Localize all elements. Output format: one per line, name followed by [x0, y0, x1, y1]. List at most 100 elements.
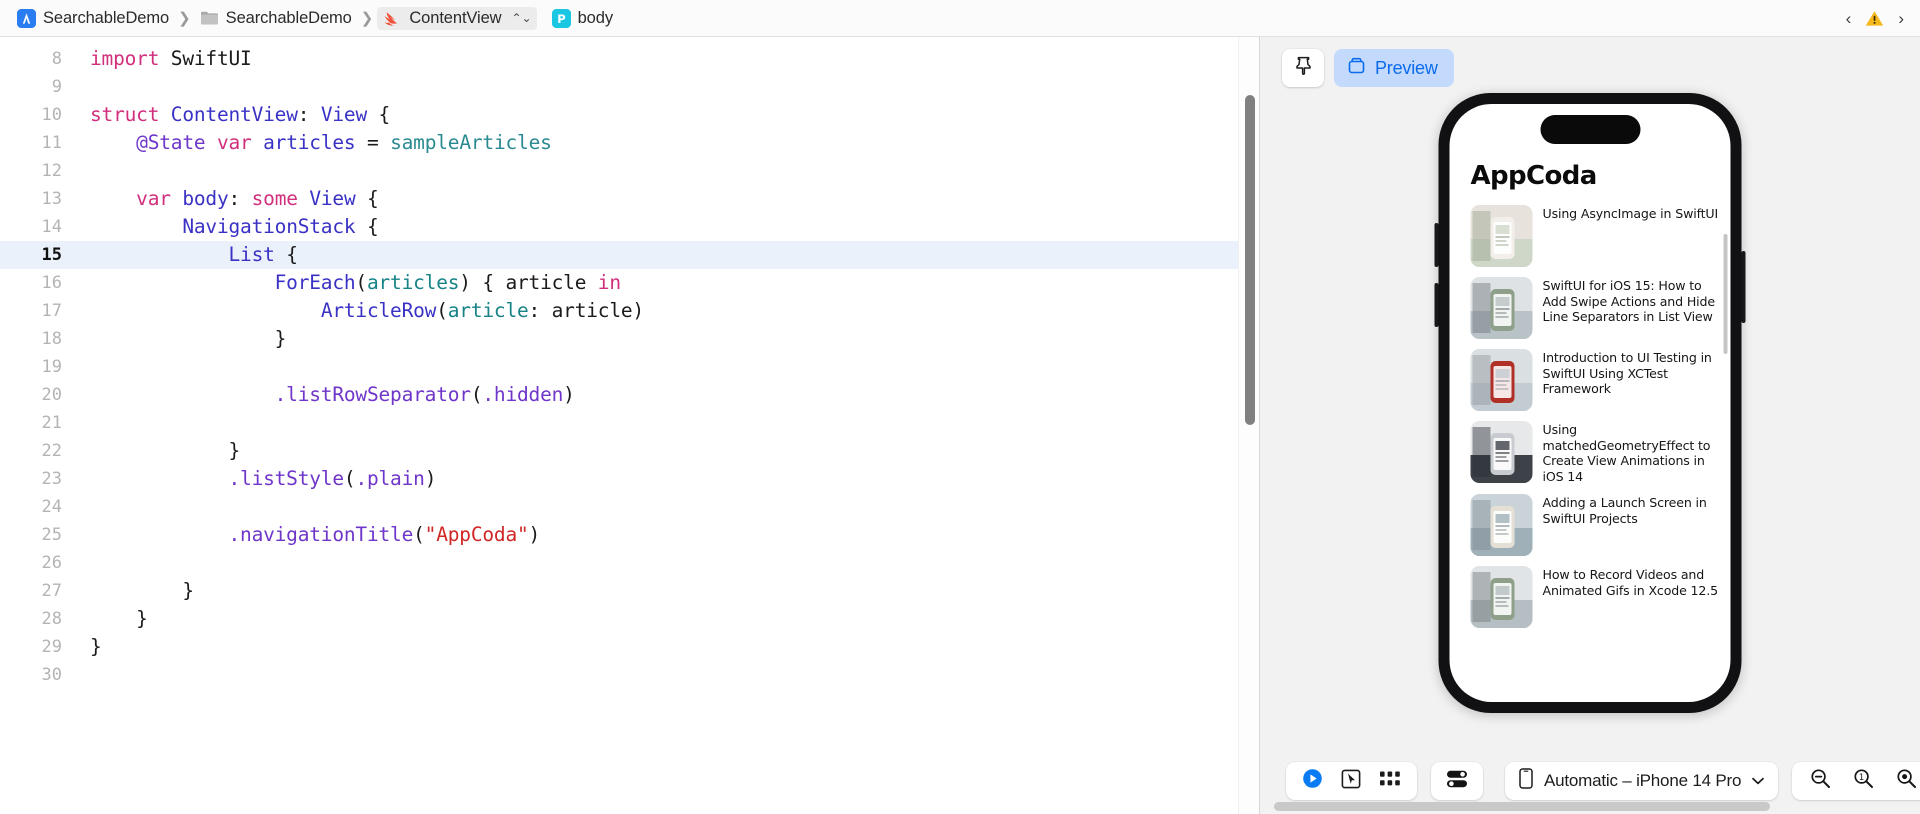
code-token	[90, 131, 136, 154]
code-line[interactable]: .listStyle(.plain)	[84, 465, 1260, 493]
article-row[interactable]: Adding a Launch Screen in SwiftUI Projec…	[1471, 489, 1731, 561]
iphone-screen[interactable]: AppCoda Using AsyncImage in SwiftUISwift…	[1450, 104, 1731, 702]
code-line[interactable]: import SwiftUI	[84, 45, 1260, 73]
code-line[interactable]: }	[84, 577, 1260, 605]
code-token: ForEach	[275, 271, 356, 294]
grid-variants-icon[interactable]	[1379, 770, 1401, 792]
article-title: Using matchedGeometryEffect to Create Vi…	[1543, 421, 1719, 484]
code-line[interactable]: var body: some View {	[84, 185, 1260, 213]
xcode-window: SearchableDemo ❯ SearchableDemo ❯ Conten…	[0, 0, 1920, 814]
code-token	[90, 187, 136, 210]
preview-run-controls	[1286, 762, 1417, 800]
code-line[interactable]: NavigationStack {	[84, 213, 1260, 241]
article-thumbnail	[1471, 421, 1533, 483]
preview-settings-group	[1431, 762, 1483, 800]
editor-preview-split: 8910111213141516171819202122232425262728…	[0, 37, 1920, 814]
breadcrumb-label: ContentView	[409, 9, 501, 28]
code-token: }	[90, 327, 286, 350]
code-line[interactable]: List {	[84, 241, 1260, 269]
property-icon: P	[552, 9, 571, 28]
preview-stage[interactable]: AppCoda Using AsyncImage in SwiftUISwift…	[1260, 99, 1920, 748]
code-line[interactable]: struct ContentView: View {	[84, 101, 1260, 129]
code-line[interactable]: }	[84, 605, 1260, 633]
code-line[interactable]	[84, 549, 1260, 577]
code-token: {	[356, 187, 379, 210]
code-token: (	[471, 383, 483, 406]
code-line[interactable]: @State var articles = sampleArticles	[84, 129, 1260, 157]
code-token	[159, 103, 171, 126]
code-token	[252, 131, 264, 154]
code-token: :	[298, 103, 321, 126]
preview-tab-label: Preview	[1375, 58, 1438, 79]
jump-bar-right-controls: ‹ ›	[1846, 10, 1910, 27]
code-line[interactable]: ArticleRow(article: article)	[84, 297, 1260, 325]
editor-scrollbar-thumb[interactable]	[1245, 95, 1255, 425]
code-token: .hidden	[482, 383, 563, 406]
jump-bar: SearchableDemo ❯ SearchableDemo ❯ Conten…	[0, 0, 1920, 37]
nav-forward-button[interactable]: ›	[1898, 10, 1904, 27]
code-line[interactable]	[84, 409, 1260, 437]
code-token: in	[598, 271, 621, 294]
code-line[interactable]: }	[84, 325, 1260, 353]
code-token	[171, 187, 183, 210]
code-line[interactable]: }	[84, 437, 1260, 465]
code-line[interactable]	[84, 353, 1260, 381]
play-circle-icon[interactable]	[1302, 768, 1323, 794]
code-token	[159, 47, 171, 70]
dynamic-island	[1540, 115, 1640, 144]
code-token: (	[413, 523, 425, 546]
code-line[interactable]	[84, 73, 1260, 101]
article-row[interactable]: How to Record Videos and Animated Gifs i…	[1471, 561, 1731, 633]
nav-back-button[interactable]: ‹	[1846, 10, 1852, 27]
breadcrumb-separator: ❯	[178, 9, 191, 27]
preview-horizontal-scrollbar[interactable]	[1274, 802, 1770, 811]
code-line[interactable]: }	[84, 633, 1260, 661]
code-line[interactable]	[84, 661, 1260, 689]
code-token: .listRowSeparator	[275, 383, 471, 406]
code-token	[205, 131, 217, 154]
code-token: some	[252, 187, 298, 210]
code-line[interactable]: .navigationTitle("AppCoda")	[84, 521, 1260, 549]
code-token	[90, 215, 182, 238]
code-token: NavigationStack	[182, 215, 355, 238]
article-title: Adding a Launch Screen in SwiftUI Projec…	[1543, 494, 1719, 526]
breadcrumb-item-symbol[interactable]: P body	[547, 7, 618, 30]
magnifier-one-icon[interactable]: 1	[1853, 768, 1874, 794]
editor-preview-divider[interactable]	[1259, 37, 1260, 814]
pin-preview-button[interactable]	[1282, 49, 1324, 87]
breadcrumb-item-file[interactable]: ContentView ⌃⌄	[377, 7, 536, 30]
article-row[interactable]: Introduction to UI Testing in SwiftUI Us…	[1471, 344, 1731, 416]
code-token: sampleArticles	[390, 131, 552, 154]
breadcrumb-item-project[interactable]: SearchableDemo	[12, 7, 174, 30]
folder-icon	[200, 10, 219, 26]
code-line[interactable]	[84, 157, 1260, 185]
code-token: import	[90, 47, 159, 70]
preview-cube-icon	[1347, 56, 1366, 80]
code-token: var	[217, 131, 252, 154]
code-line[interactable]: ForEach(articles) { article in	[84, 269, 1260, 297]
article-row[interactable]: Using matchedGeometryEffect to Create Vi…	[1471, 416, 1731, 489]
magnifier-fit-icon[interactable]	[1896, 768, 1917, 794]
code-text-area[interactable]: import SwiftUI struct ContentView: View …	[84, 37, 1260, 814]
cursor-select-icon[interactable]	[1341, 769, 1361, 794]
zoom-controls-group: 1	[1792, 762, 1920, 800]
code-token: SwiftUI	[171, 47, 252, 70]
article-list[interactable]: Using AsyncImage in SwiftUISwiftUI for i…	[1450, 200, 1731, 633]
code-fold-ribbon[interactable]	[70, 45, 82, 814]
warning-triangle-icon[interactable]	[1865, 10, 1884, 27]
device-picker[interactable]: Automatic – iPhone 14 Pro	[1505, 762, 1778, 800]
source-editor[interactable]: 8910111213141516171819202122232425262728…	[0, 37, 1260, 814]
code-line[interactable]: .listRowSeparator(.hidden)	[84, 381, 1260, 409]
breadcrumb-item-group[interactable]: SearchableDemo	[195, 7, 357, 30]
magnifier-minus-icon[interactable]	[1810, 768, 1831, 794]
article-row[interactable]: Using AsyncImage in SwiftUI	[1471, 200, 1731, 272]
editor-vertical-scrollbar[interactable]	[1238, 37, 1260, 814]
breadcrumb-separator: ❯	[361, 9, 374, 27]
sliders-icon[interactable]	[1445, 769, 1469, 794]
article-thumbnail	[1471, 205, 1533, 267]
code-token: ) { article	[459, 271, 597, 294]
article-row[interactable]: SwiftUI for iOS 15: How to Add Swipe Act…	[1471, 272, 1731, 344]
code-line[interactable]	[84, 493, 1260, 521]
preview-tab-button[interactable]: Preview	[1334, 49, 1454, 87]
code-token: ArticleRow	[321, 299, 436, 322]
